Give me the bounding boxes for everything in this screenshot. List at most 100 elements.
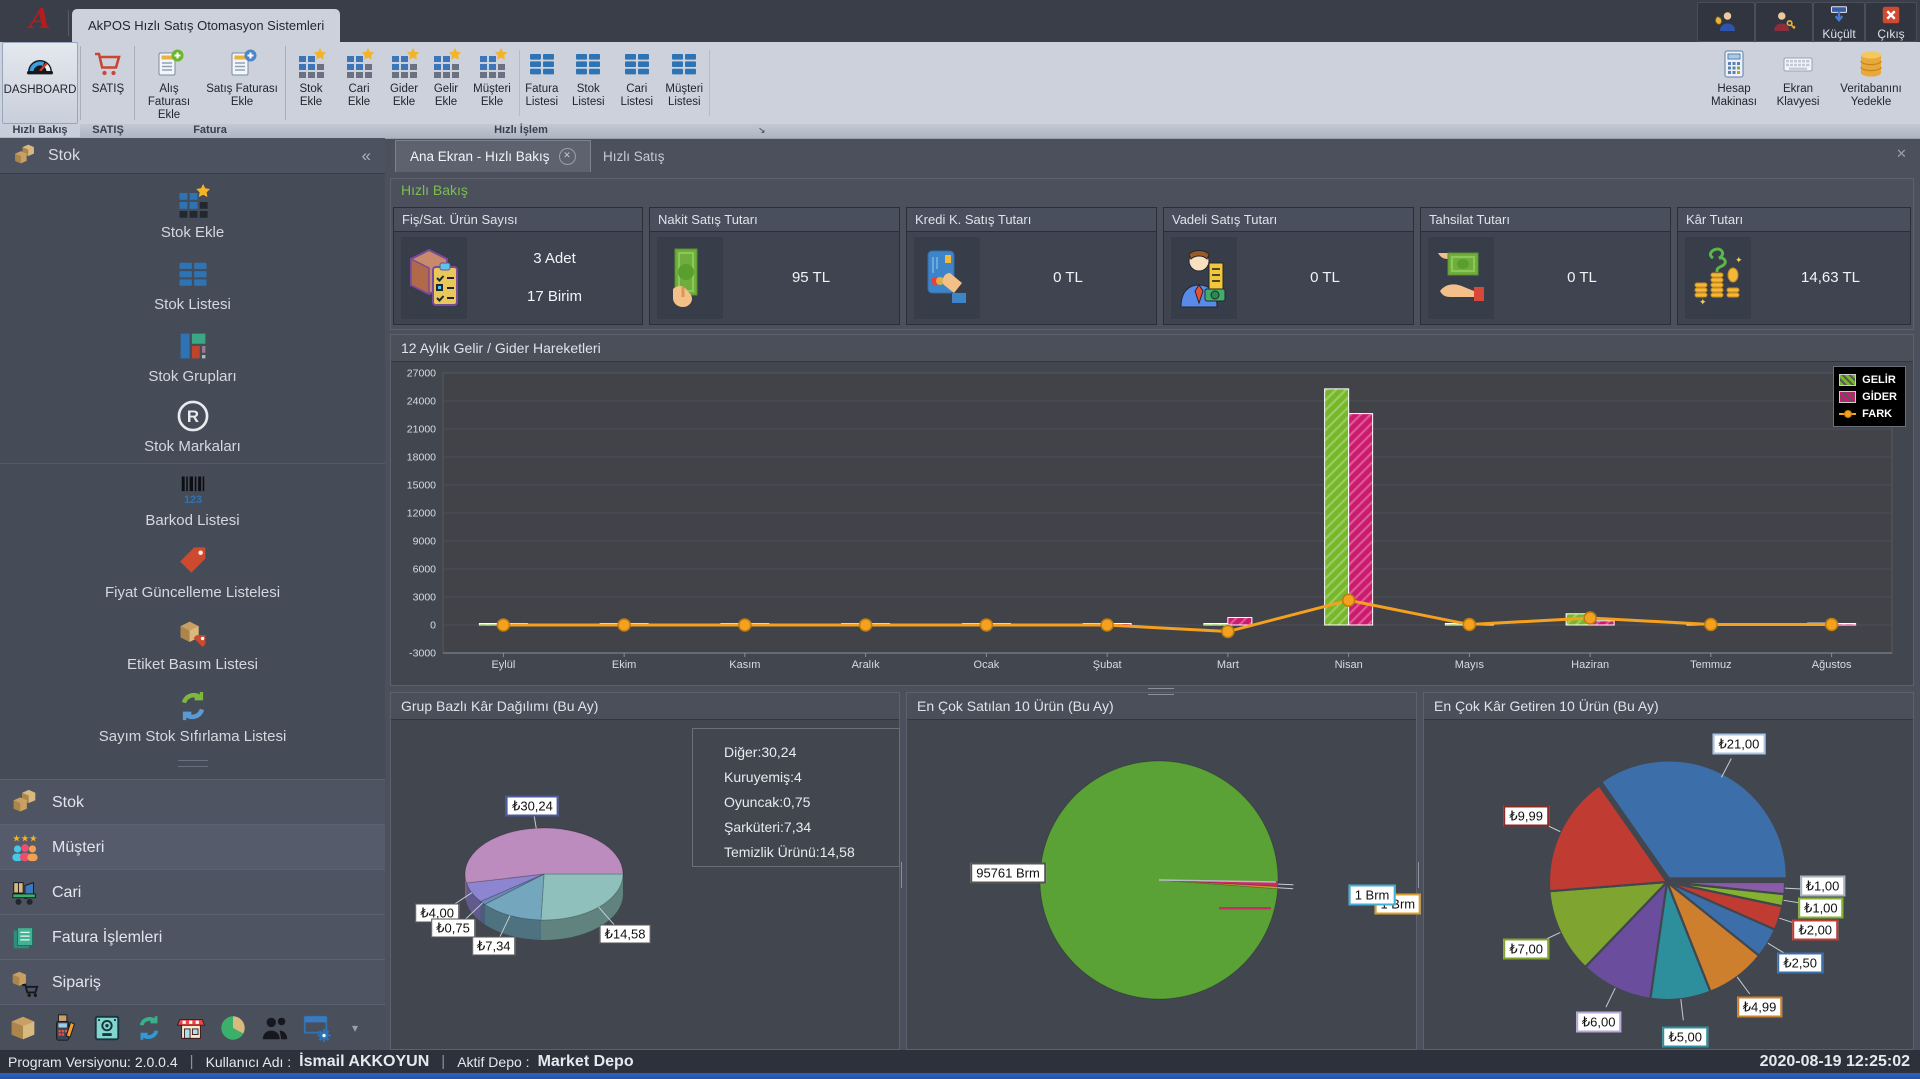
exit-button[interactable]: Çıkış [1865, 2, 1917, 42]
alis-faturasi-ekle-button[interactable]: Alış Faturası Ekle [138, 42, 200, 124]
grid-list-icon [526, 48, 558, 80]
minimize-button[interactable]: Küçült [1813, 2, 1865, 42]
sidebar-item-stok-ekle[interactable]: Stok Ekle [0, 184, 385, 250]
fark-point[interactable] [1705, 619, 1717, 631]
sidebar-item-label: Stok Markaları [144, 438, 241, 455]
fark-point[interactable] [1101, 619, 1113, 631]
svg-text:Ocak: Ocak [974, 659, 1000, 671]
bar-chart-canvas: -300003000600090001200015000180002100024… [392, 362, 1912, 686]
dialog-launcher-icon[interactable]: ↘ [758, 125, 766, 136]
card-icon-box [1171, 237, 1237, 319]
dashboard-button[interactable]: DASHBOARD [2, 42, 78, 124]
fark-point[interactable] [497, 619, 509, 631]
safe-icon[interactable] [92, 1013, 122, 1043]
cari-listesi-button[interactable]: Cari Listesi [614, 42, 660, 124]
group-label-hizli-islem: Hızlı İşlem [286, 124, 756, 137]
sidebar-section-stok[interactable]: Stok [0, 779, 385, 825]
switch-user-button[interactable] [1697, 2, 1755, 42]
fark-point[interactable] [618, 619, 630, 631]
gider-ekle-button[interactable]: Gider Ekle [384, 42, 424, 124]
gelir-bar[interactable] [1204, 624, 1228, 626]
fark-point[interactable] [739, 619, 751, 631]
overview-title: Hızlı Bakış [401, 182, 468, 198]
sidebar-collapse-button[interactable]: « [362, 146, 371, 166]
tray-overflow-button[interactable]: ▾ [352, 1021, 358, 1035]
card-value: 0 TL [980, 269, 1156, 286]
fark-point[interactable] [1343, 594, 1355, 606]
sidebar-section-fatura-islemleri[interactable]: Fatura İşlemleri [0, 914, 385, 960]
sidebar-item-stok-listesi[interactable]: Stok Listesi [0, 256, 385, 322]
hesap-makinasi-button[interactable]: Hesap Makinası [1702, 42, 1766, 124]
veritabani-yedekle-label: Veritabanını Yedekle [1830, 83, 1912, 109]
invoice-add-green-icon [153, 48, 185, 80]
legend-entry: Oyuncak:0,75 [724, 794, 810, 810]
sidebar-section-cari[interactable]: Cari [0, 869, 385, 915]
fark-point[interactable] [860, 619, 872, 631]
card-vadeli-satis: Vadeli Satış Tutarı 0 TL [1163, 207, 1414, 325]
sidebar-item-etiket-basim[interactable]: Etiket Basım Listesi [0, 616, 385, 682]
status-bar: Program Versiyonu: 2.0.0.4 | Kullanıcı A… [0, 1050, 1920, 1073]
card-value: 0 TL [1237, 269, 1413, 286]
gelir-bar[interactable] [1325, 389, 1349, 625]
pos-terminal-icon[interactable] [50, 1013, 80, 1043]
box-icon[interactable] [8, 1013, 38, 1043]
group-label-hizli-bakis: Hızlı Bakış [0, 124, 80, 137]
card-title: Tahsilat Tutarı [1421, 208, 1670, 232]
ribbon-group-hizli-islem-list: Fatura Listesi Stok Listesi Cari Listesi… [521, 42, 707, 124]
musteri-ekle-button[interactable]: Müşteri Ekle [468, 42, 516, 124]
satis-button[interactable]: SATIŞ [85, 42, 131, 124]
sidebar-splitter-handle[interactable] [178, 760, 208, 767]
cari-ekle-button[interactable]: Cari Ekle [336, 42, 382, 124]
fark-point[interactable] [980, 619, 992, 631]
sidebar-item-stok-markalari[interactable]: R Stok Markaları [0, 398, 385, 464]
fark-point[interactable] [1584, 612, 1596, 624]
sidebar-item-stok-gruplari[interactable]: Stok Grupları [0, 328, 385, 394]
legend-entry: Diğer:30,24 [724, 744, 796, 760]
section-label: Müşteri [52, 839, 104, 857]
tab-ana-ekran[interactable]: Ana Ekran - Hızlı Bakış ✕ [395, 140, 591, 172]
tab-hizli-satis[interactable]: Hızlı Satış [589, 141, 679, 172]
card-value: 0 TL [1494, 269, 1670, 286]
musteri-listesi-button[interactable]: Müşteri Listesi [662, 42, 708, 124]
fatura-listesi-button[interactable]: Fatura Listesi [521, 42, 563, 124]
svg-text:12000: 12000 [407, 508, 436, 520]
document-tab-bar: Ana Ekran - Hızlı Bakış ✕ Hızlı Satış [385, 138, 1920, 172]
sidebar-section-musteri[interactable]: ★★★ Müşteri [0, 824, 385, 870]
people-icon[interactable] [260, 1013, 290, 1043]
ekran-klavyesi-button[interactable]: Ekran Klavyesi [1768, 42, 1828, 124]
panel-splitter-handle[interactable] [1148, 688, 1174, 695]
satis-faturasi-ekle-button[interactable]: Satış Faturası Ekle [202, 42, 282, 124]
svg-text:6000: 6000 [413, 564, 437, 576]
veritabani-yedekle-button[interactable]: Veritabanını Yedekle [1830, 42, 1912, 124]
store-icon[interactable] [176, 1013, 206, 1043]
sidebar-section-siparis[interactable]: Sipariş [0, 959, 385, 1005]
sidebar-item-barkod-listesi[interactable]: 123 Barkod Listesi [0, 472, 385, 538]
svg-text:R: R [186, 407, 198, 426]
window-gear-icon[interactable] [302, 1013, 332, 1043]
sync-icon[interactable] [134, 1013, 164, 1043]
user-permissions-button[interactable] [1755, 2, 1813, 42]
fark-point[interactable] [1222, 626, 1234, 638]
fark-point[interactable] [1463, 619, 1475, 631]
section-label: Cari [52, 884, 81, 902]
tab-close-icon[interactable]: ✕ [559, 148, 576, 165]
ekran-klavyesi-label: Ekran Klavyesi [1768, 83, 1828, 109]
gider-bar[interactable] [1228, 618, 1252, 625]
gelir-ekle-button[interactable]: Gelir Ekle [426, 42, 466, 124]
grid-add-icon [430, 48, 462, 80]
stok-ekle-button[interactable]: Stok Ekle [288, 42, 334, 124]
card-title: Kredi K. Satış Tutarı [907, 208, 1156, 232]
gider-bar[interactable] [1349, 414, 1373, 625]
sidebar-item-label: Etiket Basım Listesi [127, 656, 258, 673]
sidebar-item-label: Barkod Listesi [145, 512, 239, 529]
sidebar-item-fiyat-guncelleme[interactable]: Fiyat Güncelleme Listelesi [0, 544, 385, 610]
stok-listesi-button[interactable]: Stok Listesi [565, 42, 612, 124]
sidebar-item-sayim-sifirlama[interactable]: Sayım Stok Sıfırlama Listesi [0, 688, 385, 754]
document-close-icon[interactable]: ✕ [1896, 146, 1907, 162]
svg-text:Şubat: Şubat [1093, 659, 1122, 671]
card-tahsilat: Tahsilat Tutarı 0 TL [1420, 207, 1671, 325]
app-title-tab[interactable]: AkPOS Hızlı Satış Otomasyon Sistemleri [72, 9, 340, 42]
svg-text:✦: ✦ [1699, 297, 1707, 307]
fark-point[interactable] [1826, 619, 1838, 631]
pie-chart-icon[interactable] [218, 1013, 248, 1043]
